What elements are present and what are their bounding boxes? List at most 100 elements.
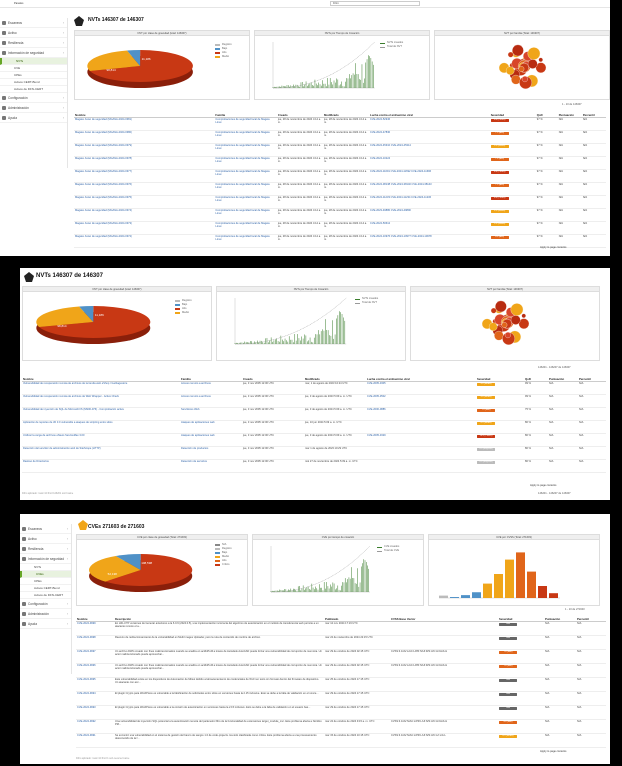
table-row[interactable]: CVE-2024-9991 Se encontró una vulnerabili… bbox=[76, 733, 606, 748]
cell-family[interactable]: Comprobaciones de seguridad local de Mag… bbox=[214, 208, 277, 222]
cell-cve[interactable]: CVE-2000-0886 bbox=[366, 407, 476, 421]
cell-name[interactable]: CVE-2024-9999 bbox=[76, 621, 114, 636]
family-bubble[interactable] bbox=[527, 47, 541, 60]
sidebar-item-5[interactable]: CVE bbox=[0, 65, 67, 72]
column-header[interactable]: Puntuación bbox=[544, 612, 576, 622]
cell-cve[interactable]: CVE-2024-45310 CVE-2024-45314 bbox=[369, 143, 490, 157]
cell-name[interactable]: Magaia: Aviso de seguridad (MGASA-2024-0… bbox=[74, 208, 215, 222]
column-header[interactable]: CVSS Base Vector bbox=[390, 612, 498, 622]
cell-name[interactable]: Detección del servidor de administración… bbox=[22, 446, 180, 460]
family-bubble[interactable] bbox=[512, 44, 524, 57]
cell-name[interactable]: Magaia: Aviso de seguridad (MGASA-2024-0… bbox=[74, 117, 215, 131]
cvss-bar[interactable] bbox=[450, 597, 459, 598]
apply-to-page-button[interactable]: Apply to page contents bbox=[540, 246, 566, 249]
column-header[interactable]: Descripción bbox=[114, 612, 324, 622]
cell-family[interactable]: Servidores Web bbox=[180, 407, 242, 421]
cell-name[interactable]: Magaia: Aviso de seguridad (MGASA-2024-0… bbox=[74, 195, 215, 209]
cell-name[interactable]: Rastreo de Directorios bbox=[22, 459, 180, 473]
table-row[interactable]: CVE-2024-9992 Una vulnerabilidad de inyec… bbox=[76, 719, 606, 734]
sidebar-item-7[interactable]: Avisos CERT-Bund bbox=[20, 585, 71, 592]
table-row[interactable]: Magaia: Aviso de seguridad (MGASA-2024-0… bbox=[74, 156, 606, 170]
column-header[interactable]: Nombre bbox=[74, 108, 215, 118]
cell-family[interactable]: Comprobaciones de seguridad local de Mag… bbox=[214, 221, 277, 235]
column-header[interactable]: Familia bbox=[180, 372, 242, 382]
column-header[interactable]: Modificado bbox=[304, 372, 366, 382]
table-row[interactable]: Vulnerabilidad de recuperación remota de… bbox=[22, 394, 606, 408]
cell-cve[interactable] bbox=[366, 446, 476, 460]
cell-name[interactable]: Vulnerabilidad de recuperación remota de… bbox=[22, 394, 180, 408]
sidebar-item-6[interactable]: CPEs bbox=[0, 72, 67, 79]
sidebar-item-2[interactable]: Resiliencia › bbox=[0, 38, 67, 48]
cell-name[interactable]: Magaia: Aviso de seguridad (MGASA-2024-0… bbox=[74, 234, 215, 248]
cell-family[interactable]: Comprobaciones de seguridad local de Mag… bbox=[214, 169, 277, 183]
family-bubble[interactable] bbox=[510, 303, 524, 316]
table-row[interactable]: Detección del servidor de administración… bbox=[22, 446, 606, 460]
sidebar-item-9[interactable]: Configuración › bbox=[20, 599, 71, 609]
column-header[interactable]: Lucha contra el antivenimo viral bbox=[366, 372, 476, 382]
cell-name[interactable]: Magaia: Aviso de seguridad (MGASA-2024-0… bbox=[74, 169, 215, 183]
sidebar-item-9[interactable]: Configuración › bbox=[0, 93, 67, 103]
table-row[interactable]: CVE-2024-9999 En HFL.FTP versiones de Gen… bbox=[76, 621, 606, 636]
column-header[interactable]: Creado bbox=[276, 108, 323, 118]
cell-cve[interactable] bbox=[366, 459, 476, 473]
pager-bottom[interactable]: 146201 - 146207 de 146307 bbox=[538, 492, 571, 495]
family-bubble[interactable] bbox=[518, 66, 525, 72]
cell-family[interactable]: Comprobaciones de seguridad local de Mag… bbox=[214, 195, 277, 209]
cell-name[interactable]: Magaia: Aviso de seguridad (MGASA-2024-0… bbox=[74, 221, 215, 235]
column-header[interactable]: Percentil bbox=[576, 612, 606, 622]
table-row[interactable]: Rastreo de Directorios Detección de servi… bbox=[22, 459, 606, 473]
table-row[interactable]: Magaia: Aviso de seguridad (MGASA-2024-0… bbox=[74, 221, 606, 235]
cell-name[interactable]: Aplicación de reportes de JD 3.0 vulnera… bbox=[22, 420, 180, 434]
cvss-bar[interactable] bbox=[505, 559, 514, 598]
family-bubble[interactable] bbox=[511, 74, 521, 85]
cell-family[interactable]: Ataques de aplicaciones web bbox=[180, 420, 242, 434]
cell-name[interactable]: Vulnerabilidad de inyección de SQL de Mi… bbox=[22, 407, 180, 421]
cvss-bar[interactable] bbox=[516, 552, 525, 598]
table-row[interactable]: Magaia: Aviso de seguridad (MGASA-2024-0… bbox=[74, 117, 606, 131]
cell-cve[interactable]: CVE-2005-3305 bbox=[366, 381, 476, 395]
cvss-bar[interactable] bbox=[527, 571, 536, 598]
sidebar-item-4[interactable]: NVTs bbox=[20, 564, 71, 571]
cell-name[interactable]: Magaia: Aviso de seguridad (MGASA-2024-0… bbox=[74, 156, 215, 170]
sidebar-item-7[interactable]: Avisos CERT-Bund bbox=[0, 79, 67, 86]
family-bubble[interactable] bbox=[488, 322, 498, 331]
cvss-bar[interactable] bbox=[483, 583, 492, 598]
table-row[interactable]: Magaia: Aviso de seguridad (MGASA-2024-0… bbox=[74, 234, 606, 248]
table-row[interactable]: Magaia: Aviso de seguridad (MGASA-2024-0… bbox=[74, 143, 606, 157]
column-header[interactable]: Nombre bbox=[22, 372, 180, 382]
dashboards-link[interactable]: Paneles bbox=[14, 2, 23, 5]
sidebar-item-10[interactable]: Administración › bbox=[20, 609, 71, 619]
cell-name[interactable]: CVE-2024-9997 bbox=[76, 649, 114, 664]
pager-top[interactable]: 1 - 10 de 271603 bbox=[565, 608, 585, 611]
column-header[interactable]: Familia bbox=[214, 108, 277, 118]
column-header[interactable]: QoD bbox=[535, 108, 558, 118]
column-header[interactable]: QoD bbox=[524, 372, 548, 382]
column-header[interactable]: Publicado bbox=[324, 612, 390, 622]
column-header[interactable]: Percentil bbox=[578, 372, 606, 382]
column-header[interactable]: Severidad bbox=[489, 108, 536, 118]
cell-family[interactable]: Detección de productos bbox=[180, 446, 242, 460]
sidebar-item-11[interactable]: Ayuda › bbox=[20, 619, 71, 629]
cell-name[interactable]: CVE-2024-9992 bbox=[76, 719, 114, 734]
sidebar-item-5[interactable]: CVEs bbox=[20, 571, 71, 578]
cell-family[interactable]: Comprobaciones de seguridad local de Mag… bbox=[214, 143, 277, 157]
cell-cve[interactable]: CVE-2024-38138 CVE-2024-38140 CVE-2024-3… bbox=[369, 182, 490, 196]
sidebar-item-0[interactable]: Escaneos › bbox=[20, 524, 71, 534]
table-row[interactable]: Vulnerabilidad de inyección de SQL de Mi… bbox=[22, 407, 606, 421]
table-row[interactable]: Magaia: Aviso de seguridad (MGASA-2024-0… bbox=[74, 195, 606, 209]
sidebar-item-1[interactable]: Activo › bbox=[20, 534, 71, 544]
column-header[interactable]: Lucha contra el antivenimo viral bbox=[369, 108, 490, 118]
table-row[interactable]: CVE-2024-9997 Un archivo DWG creado con f… bbox=[76, 649, 606, 664]
cvss-bar[interactable] bbox=[494, 574, 503, 598]
pager-top[interactable]: 1 - 10 de 146307 bbox=[562, 103, 582, 106]
cell-cve[interactable]: CVE-2005-3329 bbox=[366, 433, 476, 447]
cell-cve[interactable]: CVE-2024-11691 CVE-2024-11692 CVE-2024-1… bbox=[369, 169, 490, 183]
sidebar-item-2[interactable]: Resiliencia › bbox=[20, 544, 71, 554]
table-row[interactable]: CVE-2024-9998 Reenvío de redireccionamien… bbox=[76, 635, 606, 650]
sidebar-item-4[interactable]: NVTs bbox=[0, 58, 67, 65]
sidebar-item-11[interactable]: Ayuda › bbox=[0, 113, 67, 123]
cell-family[interactable]: Acceso remoto a archivos bbox=[180, 394, 242, 408]
sidebar-item-8[interactable]: Avisos de DFN-CERT bbox=[20, 592, 71, 599]
cell-name[interactable]: Unificar la carga de archivos eNews Serv… bbox=[22, 433, 180, 447]
cvss-bar[interactable] bbox=[472, 592, 481, 598]
